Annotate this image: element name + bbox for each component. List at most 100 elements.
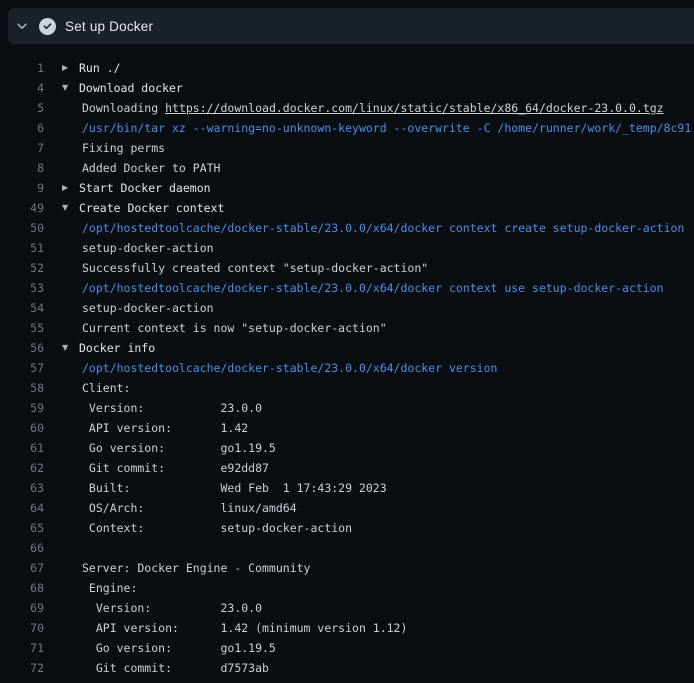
line-number[interactable]: 60 [0,418,44,438]
collapse-group-icon[interactable]: ▼ [62,198,74,218]
line-number[interactable]: 49 [0,198,44,218]
log-text: Built: Wed Feb 1 17:43:29 2023 [82,478,387,498]
line-number[interactable]: 58 [0,378,44,398]
group-title[interactable]: Run ./ [79,58,121,78]
log-text: Fixing perms [82,138,165,158]
log-link[interactable]: https://download.docker.com/linux/static… [165,101,664,115]
line-number[interactable]: 56 [0,338,44,358]
log-text: Current context is now "setup-docker-act… [82,318,387,338]
line-number[interactable]: 50 [0,218,44,238]
log-line: 58 Client: [0,378,694,398]
log-line: 55 Current context is now "setup-docker-a… [0,318,694,338]
log-text: Client: [82,378,130,398]
log-text-segment: Downloading [82,101,165,115]
line-number[interactable]: 5 [0,98,44,118]
step-title: Set up Docker [65,19,153,34]
log-line: 50/opt/hostedtoolcache/docker-stable/23.… [0,218,694,238]
log-line: 59 Version: 23.0.0 [0,398,694,418]
log-text: Version: 23.0.0 [82,398,262,418]
line-number[interactable]: 65 [0,518,44,538]
log-command-text: /opt/hostedtoolcache/docker-stable/23.0.… [82,358,497,378]
line-number[interactable]: 68 [0,578,44,598]
log-line: 52 Successfully created context "setup-do… [0,258,694,278]
line-number[interactable]: 8 [0,158,44,178]
log-text: setup-docker-action [82,298,214,318]
line-number[interactable]: 51 [0,238,44,258]
group-title[interactable]: Download docker [79,78,183,98]
log-line: 63 Built: Wed Feb 1 17:43:29 2023 [0,478,694,498]
step-success-check-circle-icon [39,18,56,35]
log-line: 8 Added Docker to PATH [0,158,694,178]
line-number[interactable]: 70 [0,618,44,638]
log-line: 64 OS/Arch: linux/amd64 [0,498,694,518]
log-text: Version: 23.0.0 [82,598,262,618]
expand-group-icon[interactable]: ▶ [62,178,74,198]
line-number[interactable]: 6 [0,118,44,138]
group-title[interactable]: Docker info [79,338,155,358]
log-text: Git commit: d7573ab [82,658,269,678]
line-number[interactable]: 69 [0,598,44,618]
log-text: API version: 1.42 (minimum version 1.12) [82,618,407,638]
group-title[interactable]: Start Docker daemon [79,178,211,198]
log-text: Context: setup-docker-action [82,518,352,538]
log-line: 7 Fixing perms [0,138,694,158]
line-number[interactable]: 1 [0,58,44,78]
log-text: Successfully created context "setup-dock… [82,258,428,278]
log-text: API version: 1.42 [82,418,248,438]
log-command-text: /opt/hostedtoolcache/docker-stable/23.0.… [82,218,684,238]
log-line: 62 Git commit: e92dd87 [0,458,694,478]
log-group-row[interactable]: 9 ▶Start Docker daemon [0,178,694,198]
log-text: Git commit: e92dd87 [82,458,269,478]
log-text: OS/Arch: linux/amd64 [82,498,297,518]
line-number[interactable]: 67 [0,558,44,578]
line-number[interactable]: 4 [0,78,44,98]
line-number[interactable]: 62 [0,458,44,478]
step-header[interactable]: Set up Docker [8,8,694,44]
log-text: Downloading https://download.docker.com/… [82,98,664,118]
log-line: 61 Go version: go1.19.5 [0,438,694,458]
chevron-down-icon[interactable] [15,19,29,33]
line-number[interactable]: 59 [0,398,44,418]
log-group-row[interactable]: 1 ▶Run ./ [0,58,694,78]
line-number[interactable]: 9 [0,178,44,198]
log-line: 69 Version: 23.0.0 [0,598,694,618]
log-line: 57/opt/hostedtoolcache/docker-stable/23.… [0,358,694,378]
line-number[interactable]: 57 [0,358,44,378]
log-line: 6/usr/bin/tar xz --warning=no-unknown-ke… [0,118,694,138]
log-line: 65 Context: setup-docker-action [0,518,694,538]
log-lines: 1▶Run ./4▼Download docker5Downloading ht… [0,58,694,678]
log-line: 5 Downloading https://download.docker.com… [0,98,694,118]
line-number[interactable]: 63 [0,478,44,498]
log-group-row[interactable]: 4 ▼Download docker [0,78,694,98]
log-text: Engine: [82,578,137,598]
expand-group-icon[interactable]: ▶ [62,58,74,78]
log-line: 54 setup-docker-action [0,298,694,318]
log-text: Server: Docker Engine - Community [82,558,310,578]
line-number[interactable]: 7 [0,138,44,158]
log-line: 72 Git commit: d7573ab [0,658,694,678]
log-group-row[interactable]: 56 ▼Docker info [0,338,694,358]
log-line: 51 setup-docker-action [0,238,694,258]
log-command-text: /usr/bin/tar xz --warning=no-unknown-key… [82,118,691,138]
line-number[interactable]: 53 [0,278,44,298]
log-text: setup-docker-action [82,238,214,258]
line-number[interactable]: 52 [0,258,44,278]
line-number[interactable]: 61 [0,438,44,458]
line-number[interactable]: 72 [0,658,44,678]
log-line: 67 Server: Docker Engine - Community [0,558,694,578]
collapse-group-icon[interactable]: ▼ [62,78,74,98]
collapse-group-icon[interactable]: ▼ [62,338,74,358]
log-line: 70 API version: 1.42 (minimum version 1.… [0,618,694,638]
log-group-row[interactable]: 49 ▼Create Docker context [0,198,694,218]
line-number[interactable]: 64 [0,498,44,518]
log-line: 71 Go version: go1.19.5 [0,638,694,658]
log-text: Added Docker to PATH [82,158,220,178]
group-title[interactable]: Create Docker context [79,198,224,218]
line-number[interactable]: 55 [0,318,44,338]
line-number[interactable]: 66 [0,538,44,558]
line-number[interactable]: 71 [0,638,44,658]
log-command-text: /opt/hostedtoolcache/docker-stable/23.0.… [82,278,664,298]
line-number[interactable]: 54 [0,298,44,318]
log-text: Go version: go1.19.5 [82,438,276,458]
log-line: 68 Engine: [0,578,694,598]
